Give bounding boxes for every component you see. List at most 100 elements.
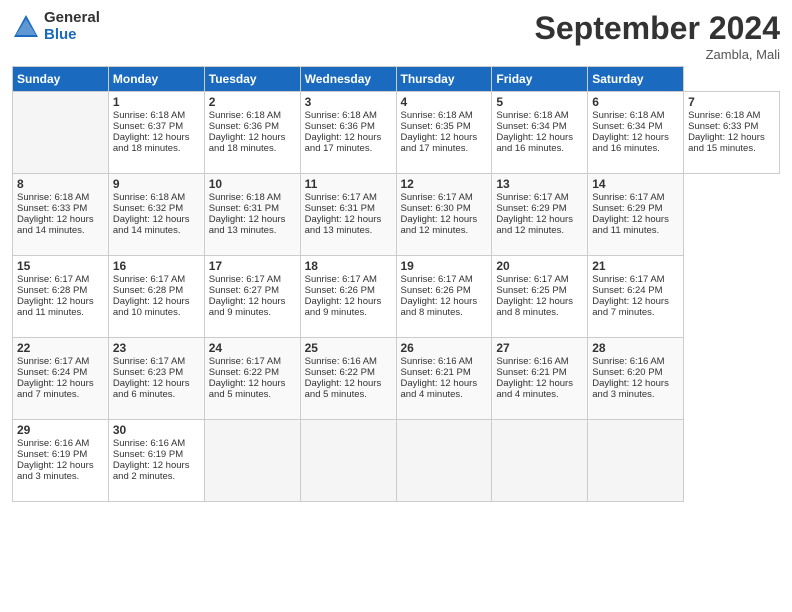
- sunrise: Sunrise: 6:17 AM: [496, 192, 568, 203]
- daylight: Daylight: 12 hours and 17 minutes.: [305, 132, 382, 154]
- sunset: Sunset: 6:27 PM: [209, 285, 279, 296]
- sunrise: Sunrise: 6:16 AM: [17, 438, 89, 449]
- calendar-container: General Blue September 2024 Zambla, Mali…: [0, 0, 792, 510]
- calendar-cell: 23Sunrise: 6:17 AMSunset: 6:23 PMDayligh…: [108, 338, 204, 420]
- day-number: 26: [401, 341, 488, 355]
- sunrise: Sunrise: 6:17 AM: [401, 274, 473, 285]
- calendar-cell: 1Sunrise: 6:18 AMSunset: 6:37 PMDaylight…: [108, 92, 204, 174]
- sunset: Sunset: 6:24 PM: [592, 285, 662, 296]
- sunset: Sunset: 6:22 PM: [305, 367, 375, 378]
- day-number: 16: [113, 259, 200, 273]
- sunset: Sunset: 6:34 PM: [592, 121, 662, 132]
- calendar-cell: 10Sunrise: 6:18 AMSunset: 6:31 PMDayligh…: [204, 174, 300, 256]
- calendar-cell: 8Sunrise: 6:18 AMSunset: 6:33 PMDaylight…: [13, 174, 109, 256]
- calendar-cell: 3Sunrise: 6:18 AMSunset: 6:36 PMDaylight…: [300, 92, 396, 174]
- daylight: Daylight: 12 hours and 14 minutes.: [17, 214, 94, 236]
- calendar-cell: 12Sunrise: 6:17 AMSunset: 6:30 PMDayligh…: [396, 174, 492, 256]
- sunrise: Sunrise: 6:17 AM: [305, 274, 377, 285]
- day-header-friday: Friday: [492, 67, 588, 92]
- sunrise: Sunrise: 6:18 AM: [688, 110, 760, 121]
- subtitle: Zambla, Mali: [535, 47, 780, 62]
- daylight: Daylight: 12 hours and 16 minutes.: [496, 132, 573, 154]
- calendar-cell: 4Sunrise: 6:18 AMSunset: 6:35 PMDaylight…: [396, 92, 492, 174]
- sunset: Sunset: 6:25 PM: [496, 285, 566, 296]
- daylight: Daylight: 12 hours and 9 minutes.: [305, 296, 382, 318]
- sunrise: Sunrise: 6:16 AM: [496, 356, 568, 367]
- day-number: 23: [113, 341, 200, 355]
- sunrise: Sunrise: 6:18 AM: [592, 110, 664, 121]
- sunset: Sunset: 6:28 PM: [17, 285, 87, 296]
- calendar-cell: 6Sunrise: 6:18 AMSunset: 6:34 PMDaylight…: [588, 92, 684, 174]
- sunset: Sunset: 6:33 PM: [17, 203, 87, 214]
- sunset: Sunset: 6:26 PM: [305, 285, 375, 296]
- sunrise: Sunrise: 6:17 AM: [305, 192, 377, 203]
- day-number: 3: [305, 95, 392, 109]
- sunrise: Sunrise: 6:18 AM: [209, 110, 281, 121]
- sunrise: Sunrise: 6:17 AM: [17, 274, 89, 285]
- sunrise: Sunrise: 6:17 AM: [113, 274, 185, 285]
- calendar-cell: 9Sunrise: 6:18 AMSunset: 6:32 PMDaylight…: [108, 174, 204, 256]
- sunrise: Sunrise: 6:16 AM: [305, 356, 377, 367]
- daylight: Daylight: 12 hours and 3 minutes.: [17, 460, 94, 482]
- day-header-wednesday: Wednesday: [300, 67, 396, 92]
- day-number: 11: [305, 177, 392, 191]
- daylight: Daylight: 12 hours and 18 minutes.: [113, 132, 190, 154]
- calendar-cell: 11Sunrise: 6:17 AMSunset: 6:31 PMDayligh…: [300, 174, 396, 256]
- day-number: 5: [496, 95, 583, 109]
- sunrise: Sunrise: 6:16 AM: [592, 356, 664, 367]
- sunrise: Sunrise: 6:17 AM: [592, 192, 664, 203]
- day-number: 1: [113, 95, 200, 109]
- day-number: 4: [401, 95, 488, 109]
- logo-blue: Blue: [44, 27, 100, 44]
- calendar-cell: 5Sunrise: 6:18 AMSunset: 6:34 PMDaylight…: [492, 92, 588, 174]
- daylight: Daylight: 12 hours and 13 minutes.: [305, 214, 382, 236]
- sunrise: Sunrise: 6:16 AM: [401, 356, 473, 367]
- day-number: 21: [592, 259, 679, 273]
- sunset: Sunset: 6:21 PM: [496, 367, 566, 378]
- sunset: Sunset: 6:19 PM: [17, 449, 87, 460]
- calendar-cell: 17Sunrise: 6:17 AMSunset: 6:27 PMDayligh…: [204, 256, 300, 338]
- daylight: Daylight: 12 hours and 8 minutes.: [401, 296, 478, 318]
- day-number: 27: [496, 341, 583, 355]
- daylight: Daylight: 12 hours and 12 minutes.: [401, 214, 478, 236]
- daylight: Daylight: 12 hours and 5 minutes.: [209, 378, 286, 400]
- daylight: Daylight: 12 hours and 18 minutes.: [209, 132, 286, 154]
- day-header-saturday: Saturday: [588, 67, 684, 92]
- day-number: 24: [209, 341, 296, 355]
- calendar-cell: 28Sunrise: 6:16 AMSunset: 6:20 PMDayligh…: [588, 338, 684, 420]
- daylight: Daylight: 12 hours and 11 minutes.: [592, 214, 669, 236]
- calendar-cell: 2Sunrise: 6:18 AMSunset: 6:36 PMDaylight…: [204, 92, 300, 174]
- sunset: Sunset: 6:26 PM: [401, 285, 471, 296]
- sunset: Sunset: 6:31 PM: [209, 203, 279, 214]
- sunrise: Sunrise: 6:18 AM: [305, 110, 377, 121]
- day-number: 18: [305, 259, 392, 273]
- calendar-cell: 7Sunrise: 6:18 AMSunset: 6:33 PMDaylight…: [684, 92, 780, 174]
- sunset: Sunset: 6:33 PM: [688, 121, 758, 132]
- daylight: Daylight: 12 hours and 2 minutes.: [113, 460, 190, 482]
- day-number: 29: [17, 423, 104, 437]
- daylight: Daylight: 12 hours and 4 minutes.: [401, 378, 478, 400]
- sunrise: Sunrise: 6:17 AM: [401, 192, 473, 203]
- sunrise: Sunrise: 6:18 AM: [113, 110, 185, 121]
- calendar-cell: 14Sunrise: 6:17 AMSunset: 6:29 PMDayligh…: [588, 174, 684, 256]
- sunrise: Sunrise: 6:17 AM: [592, 274, 664, 285]
- sunset: Sunset: 6:31 PM: [305, 203, 375, 214]
- sunrise: Sunrise: 6:17 AM: [209, 274, 281, 285]
- sunrise: Sunrise: 6:17 AM: [17, 356, 89, 367]
- calendar-cell: [396, 420, 492, 502]
- sunset: Sunset: 6:30 PM: [401, 203, 471, 214]
- calendar-table: SundayMondayTuesdayWednesdayThursdayFrid…: [12, 66, 780, 502]
- day-header-monday: Monday: [108, 67, 204, 92]
- sunset: Sunset: 6:24 PM: [17, 367, 87, 378]
- sunset: Sunset: 6:36 PM: [209, 121, 279, 132]
- day-header-thursday: Thursday: [396, 67, 492, 92]
- sunset: Sunset: 6:23 PM: [113, 367, 183, 378]
- calendar-cell: [300, 420, 396, 502]
- daylight: Daylight: 12 hours and 7 minutes.: [592, 296, 669, 318]
- daylight: Daylight: 12 hours and 13 minutes.: [209, 214, 286, 236]
- calendar-cell: 19Sunrise: 6:17 AMSunset: 6:26 PMDayligh…: [396, 256, 492, 338]
- day-number: 28: [592, 341, 679, 355]
- calendar-cell: 21Sunrise: 6:17 AMSunset: 6:24 PMDayligh…: [588, 256, 684, 338]
- calendar-cell: [492, 420, 588, 502]
- daylight: Daylight: 12 hours and 11 minutes.: [17, 296, 94, 318]
